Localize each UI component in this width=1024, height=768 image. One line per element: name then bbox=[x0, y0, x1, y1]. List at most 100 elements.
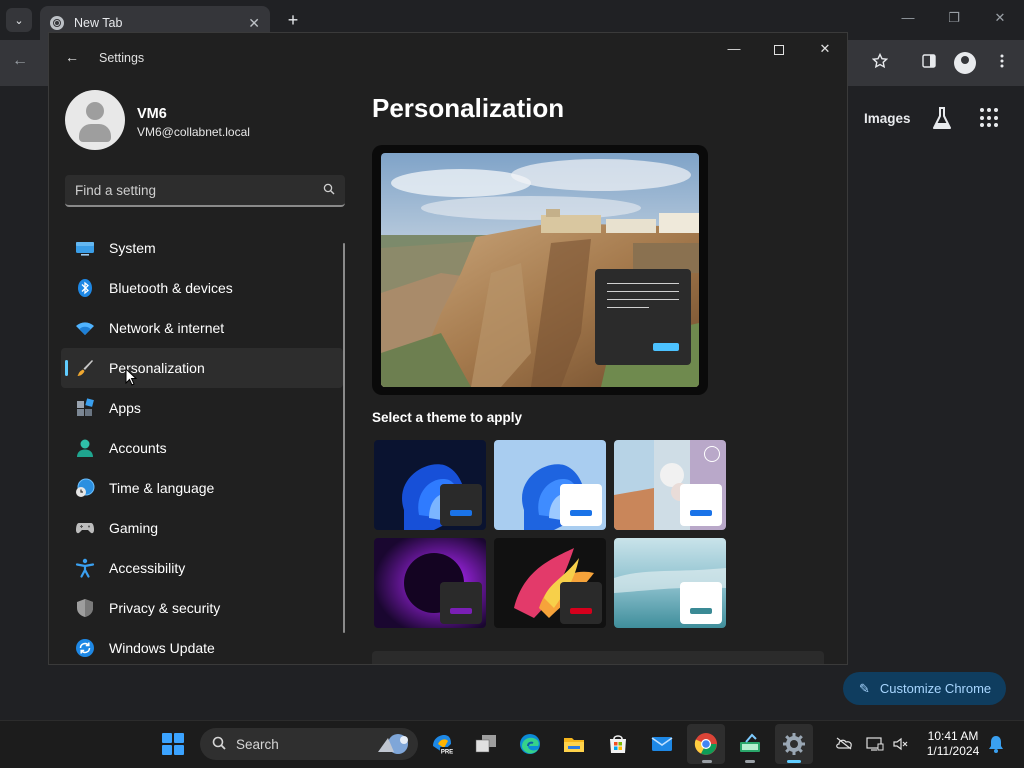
nav-item-gaming[interactable]: Gaming bbox=[61, 508, 343, 548]
chrome-profile-icon[interactable] bbox=[954, 52, 976, 74]
nav-item-label: Accessibility bbox=[109, 560, 186, 576]
search-icon[interactable] bbox=[323, 183, 335, 198]
network-display-icon[interactable] bbox=[866, 736, 884, 755]
customize-chrome-button[interactable]: ✎ Customize Chrome bbox=[843, 672, 1006, 705]
chrome-close-button[interactable]: ✕ bbox=[990, 10, 1010, 26]
chrome-browser-icon[interactable] bbox=[694, 732, 718, 756]
notification-bell-icon[interactable] bbox=[988, 735, 1004, 753]
side-panel-icon[interactable] bbox=[918, 53, 940, 75]
chrome-menu-kebab-icon[interactable] bbox=[991, 53, 1013, 75]
settings-maximize-button[interactable] bbox=[774, 45, 784, 55]
settings-window-title: Settings bbox=[99, 51, 145, 65]
theme-mini-window bbox=[560, 484, 602, 526]
edge-browser-icon[interactable] bbox=[518, 732, 542, 756]
nav-item-apps[interactable]: Apps bbox=[61, 388, 343, 428]
find-setting-search-box[interactable] bbox=[65, 175, 345, 207]
theme-tile-glow[interactable] bbox=[374, 538, 486, 628]
tab-search-chevron-icon[interactable]: ⌄ bbox=[6, 8, 32, 32]
nav-item-accounts[interactable]: Accounts bbox=[61, 428, 343, 468]
settings-card-partial bbox=[372, 651, 824, 664]
nav-item-time-language[interactable]: Time & language bbox=[61, 468, 343, 508]
globe-clock-icon bbox=[75, 478, 95, 498]
profile-name: VM6 bbox=[137, 106, 167, 122]
nav-item-label: Apps bbox=[109, 400, 141, 416]
chrome-minimize-button[interactable]: — bbox=[898, 10, 918, 25]
settings-close-button[interactable]: ✕ bbox=[815, 41, 835, 57]
find-setting-input[interactable] bbox=[75, 182, 323, 198]
onedrive-offline-icon[interactable] bbox=[835, 736, 853, 753]
search-icon bbox=[212, 736, 226, 753]
tab-close-icon[interactable]: ✕ bbox=[248, 15, 260, 32]
taskbar-search-label: Search bbox=[236, 736, 279, 752]
nav-item-privacy-security[interactable]: Privacy & security bbox=[61, 588, 343, 628]
chrome-running-indicator bbox=[702, 760, 712, 763]
page-title: Personalization bbox=[372, 93, 565, 123]
nav-item-windows-update[interactable]: Windows Update bbox=[61, 628, 343, 664]
nav-item-bluetooth-devices[interactable]: Bluetooth & devices bbox=[61, 268, 343, 308]
settings-nav: System Bluetooth & devices Network & int… bbox=[61, 228, 343, 664]
theme-tile-windows-dark[interactable] bbox=[374, 440, 486, 530]
clock-date: 1/11/2024 bbox=[926, 744, 980, 758]
nav-item-accessibility[interactable]: Accessibility bbox=[61, 548, 343, 588]
profile-avatar[interactable] bbox=[65, 90, 125, 150]
brush-icon bbox=[75, 358, 95, 378]
nav-item-system[interactable]: System bbox=[61, 228, 343, 268]
theme-mini-window bbox=[440, 484, 482, 526]
taskbar-search-box[interactable]: Search bbox=[200, 728, 418, 760]
theme-tile-windows-spotlight[interactable] bbox=[614, 440, 726, 530]
volume-muted-icon[interactable] bbox=[892, 736, 910, 755]
theme-tile-flow[interactable] bbox=[614, 538, 726, 628]
nav-item-label: Gaming bbox=[109, 520, 159, 536]
settings-gear-icon[interactable] bbox=[782, 732, 806, 756]
ntp-images-link[interactable]: Images bbox=[864, 111, 911, 126]
task-view-icon[interactable] bbox=[474, 732, 498, 756]
spotlight-camera-icon bbox=[704, 446, 720, 462]
google-apps-grid-icon[interactable] bbox=[980, 108, 1000, 128]
accessibility-icon bbox=[75, 558, 95, 578]
remote-app-icon[interactable] bbox=[738, 732, 762, 756]
taskbar-clock[interactable]: 10:41 AM 1/11/2024 bbox=[918, 729, 988, 759]
bluetooth-icon bbox=[75, 278, 95, 298]
bookmark-star-icon[interactable] bbox=[869, 52, 891, 75]
settings-back-button[interactable]: ← bbox=[65, 49, 79, 65]
nav-item-label: Windows Update bbox=[109, 640, 215, 656]
chrome-favicon-icon bbox=[50, 16, 64, 30]
svg-text:PRE: PRE bbox=[441, 750, 453, 756]
copilot-pre-icon[interactable]: PRE bbox=[430, 732, 454, 756]
clock-time: 10:41 AM bbox=[927, 729, 979, 743]
person-icon bbox=[75, 438, 95, 458]
chrome-restore-button[interactable]: ❐ bbox=[944, 10, 964, 26]
file-explorer-icon[interactable] bbox=[562, 732, 586, 756]
search-highlight-icon bbox=[374, 732, 412, 756]
nav-item-personalization[interactable]: Personalization bbox=[61, 348, 343, 388]
remote-app-running-indicator bbox=[745, 760, 755, 763]
theme-mini-window bbox=[560, 582, 602, 624]
pencil-icon: ✎ bbox=[859, 680, 870, 696]
chrome-back-button[interactable]: ← bbox=[12, 52, 28, 70]
apps-icon bbox=[75, 398, 95, 418]
mail-icon[interactable] bbox=[650, 732, 674, 756]
theme-mini-window bbox=[680, 484, 722, 526]
nav-item-label: Time & language bbox=[109, 480, 215, 496]
gamepad-icon bbox=[75, 518, 95, 538]
new-tab-button[interactable]: + bbox=[282, 9, 304, 31]
nav-item-label: Privacy & security bbox=[109, 600, 221, 616]
nav-item-label: System bbox=[109, 240, 156, 256]
settings-minimize-button[interactable]: — bbox=[724, 41, 744, 56]
start-windows-icon[interactable] bbox=[162, 733, 184, 755]
mouse-cursor-icon bbox=[125, 367, 138, 386]
theme-mini-window bbox=[440, 582, 482, 624]
update-icon bbox=[75, 638, 95, 658]
profile-email: VM6@collabnet.local bbox=[137, 125, 250, 139]
nav-item-network-internet[interactable]: Network & internet bbox=[61, 308, 343, 348]
microsoft-store-icon[interactable] bbox=[606, 732, 630, 756]
nav-item-label: Bluetooth & devices bbox=[109, 280, 233, 296]
nav-scrollbar[interactable] bbox=[343, 243, 345, 633]
theme-preview bbox=[372, 145, 708, 395]
nav-item-label: Network & internet bbox=[109, 320, 225, 336]
labs-flask-icon[interactable] bbox=[931, 106, 953, 132]
theme-tile-captured-motion[interactable] bbox=[494, 538, 606, 628]
system-icon bbox=[75, 238, 95, 258]
wifi-icon bbox=[75, 318, 95, 338]
theme-tile-windows-light[interactable] bbox=[494, 440, 606, 530]
